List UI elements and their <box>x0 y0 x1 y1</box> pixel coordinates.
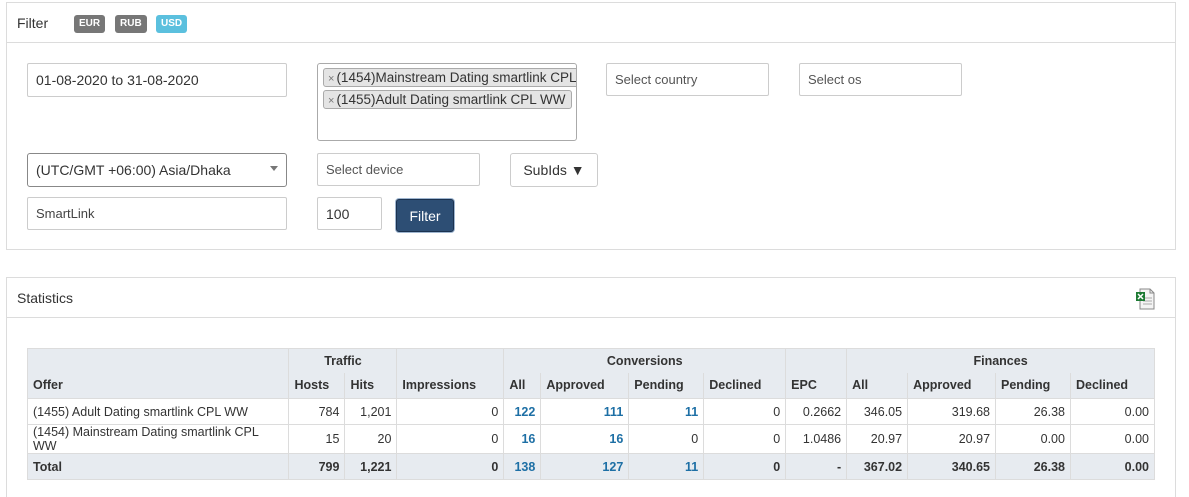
device-placeholder: Select device <box>326 162 404 177</box>
cell-conv-declined: 0 <box>703 398 787 425</box>
cell-offer: (1454) Mainstream Dating smartlink CPL W… <box>26 424 290 454</box>
total-label: Total <box>26 453 290 480</box>
total-impressions: 0 <box>396 453 505 480</box>
date-range-input[interactable]: 01-08-2020 to 31-08-2020 <box>27 63 287 97</box>
cell-fin-pending: 26.38 <box>995 398 1071 425</box>
cell-hits: 20 <box>344 424 398 454</box>
cell-impressions: 0 <box>396 398 505 425</box>
cell-conv-all-link[interactable]: 16 <box>503 424 542 454</box>
group-header-traffic: Traffic <box>288 348 398 373</box>
filter-panel-header: Filter EUR RUB USD <box>7 3 1175 43</box>
statistics-panel: Statistics Traffic Conversions Finances <box>6 277 1176 497</box>
col-conv-pending[interactable]: Pending <box>628 372 705 399</box>
group-header-finances: Finances <box>846 348 1155 373</box>
total-conv-all-link[interactable]: 138 <box>503 453 542 480</box>
statistics-title: Statistics <box>17 290 74 306</box>
os-select[interactable]: Select os <box>799 63 962 96</box>
group-header-offer <box>26 348 290 373</box>
type-value: SmartLink <box>36 206 95 221</box>
offer-chip-label: (1455)Adult Dating smartlink CPL WW <box>336 92 566 107</box>
cell-conv-all-link[interactable]: 122 <box>503 398 542 425</box>
cell-hosts: 784 <box>288 398 346 425</box>
offer-multiselect[interactable]: × (1454)Mainstream Dating smartlink CPL ×… <box>317 63 577 141</box>
cell-fin-declined: 0.00 <box>1069 398 1156 425</box>
cell-fin-approved: 20.97 <box>907 424 997 454</box>
cell-fin-pending: 0.00 <box>995 424 1071 454</box>
offer-chip-label: (1454)Mainstream Dating smartlink CPL <box>336 70 577 85</box>
offer-chip: × (1455)Adult Dating smartlink CPL WW <box>323 90 572 109</box>
offer-chip: × (1454)Mainstream Dating smartlink CPL <box>323 68 577 87</box>
col-fin-approved[interactable]: Approved <box>907 372 997 399</box>
group-header-epc <box>785 348 848 373</box>
country-placeholder: Select country <box>615 72 698 87</box>
total-fin-pending: 26.38 <box>995 453 1071 480</box>
cell-conv-pending-link[interactable]: 11 <box>628 398 705 425</box>
excel-export-icon[interactable] <box>1135 288 1155 310</box>
group-header-conversions: Conversions <box>503 348 787 373</box>
cell-conv-approved-link[interactable]: 111 <box>540 398 630 425</box>
col-hits[interactable]: Hits <box>344 372 398 399</box>
os-placeholder: Select os <box>808 72 862 87</box>
total-fin-approved: 340.65 <box>907 453 997 480</box>
group-header-impressions <box>396 348 505 373</box>
timezone-select[interactable]: (UTC/GMT +06:00) Asia/Dhaka <box>27 153 287 187</box>
chip-remove-icon[interactable]: × <box>328 95 334 107</box>
filter-button[interactable]: Filter <box>396 199 454 232</box>
col-conv-all[interactable]: All <box>503 372 542 399</box>
device-select[interactable]: Select device <box>317 153 480 186</box>
cell-fin-approved: 319.68 <box>907 398 997 425</box>
cell-offer: (1455) Adult Dating smartlink CPL WW <box>26 398 290 425</box>
col-hosts[interactable]: Hosts <box>288 372 346 399</box>
total-conv-declined: 0 <box>703 453 787 480</box>
statistics-table: Traffic Conversions Finances Offer Hosts… <box>26 348 1156 480</box>
col-fin-declined[interactable]: Declined <box>1069 372 1156 399</box>
col-conv-approved[interactable]: Approved <box>540 372 630 399</box>
dropdown-arrow-icon <box>270 166 278 171</box>
filter-panel: Filter EUR RUB USD 01-08-2020 to 31-08-2… <box>6 2 1176 250</box>
cell-hits: 1,201 <box>344 398 398 425</box>
limit-value: 100 <box>326 205 350 222</box>
type-input[interactable]: SmartLink <box>27 197 287 230</box>
currency-eur-badge[interactable]: EUR <box>74 15 106 33</box>
col-epc[interactable]: EPC <box>785 372 848 399</box>
cell-conv-pending: 0 <box>628 424 705 454</box>
col-fin-all[interactable]: All <box>846 372 909 399</box>
col-fin-pending[interactable]: Pending <box>995 372 1071 399</box>
country-select[interactable]: Select country <box>606 63 769 96</box>
cell-fin-all: 346.05 <box>846 398 909 425</box>
total-fin-declined: 0.00 <box>1069 453 1156 480</box>
currency-usd-badge[interactable]: USD <box>156 15 188 33</box>
cell-fin-all: 20.97 <box>846 424 909 454</box>
subids-button[interactable]: SubIds ▼ <box>510 153 598 187</box>
cell-hosts: 15 <box>288 424 346 454</box>
total-fin-all: 367.02 <box>846 453 909 480</box>
cell-epc: 0.2662 <box>785 398 848 425</box>
date-range-value: 01-08-2020 to 31-08-2020 <box>36 72 199 88</box>
timezone-value: (UTC/GMT +06:00) Asia/Dhaka <box>36 162 231 178</box>
statistics-panel-header: Statistics <box>7 278 1175 318</box>
cell-conv-declined: 0 <box>703 424 787 454</box>
cell-impressions: 0 <box>396 424 505 454</box>
col-conv-declined[interactable]: Declined <box>703 372 787 399</box>
limit-input[interactable]: 100 <box>317 197 382 230</box>
cell-epc: 1.0486 <box>785 424 848 454</box>
total-conv-pending-link[interactable]: 11 <box>628 453 705 480</box>
total-epc: - <box>785 453 848 480</box>
total-hits: 1,221 <box>344 453 398 480</box>
total-conv-approved-link[interactable]: 127 <box>540 453 630 480</box>
table-row: (1454) Mainstream Dating smartlink CPL W… <box>26 424 1156 454</box>
cell-fin-declined: 0.00 <box>1069 424 1156 454</box>
filter-title: Filter <box>17 15 49 31</box>
table-row: (1455) Adult Dating smartlink CPL WW 784… <box>26 398 1156 425</box>
total-row: Total 799 1,221 0 138 127 11 0 - 367.02 … <box>26 453 1156 480</box>
cell-conv-approved-link[interactable]: 16 <box>540 424 630 454</box>
total-hosts: 799 <box>288 453 346 480</box>
col-impressions[interactable]: Impressions <box>396 372 505 399</box>
currency-rub-badge[interactable]: RUB <box>115 15 147 33</box>
chip-remove-icon[interactable]: × <box>328 73 334 85</box>
col-offer[interactable]: Offer <box>26 372 290 399</box>
